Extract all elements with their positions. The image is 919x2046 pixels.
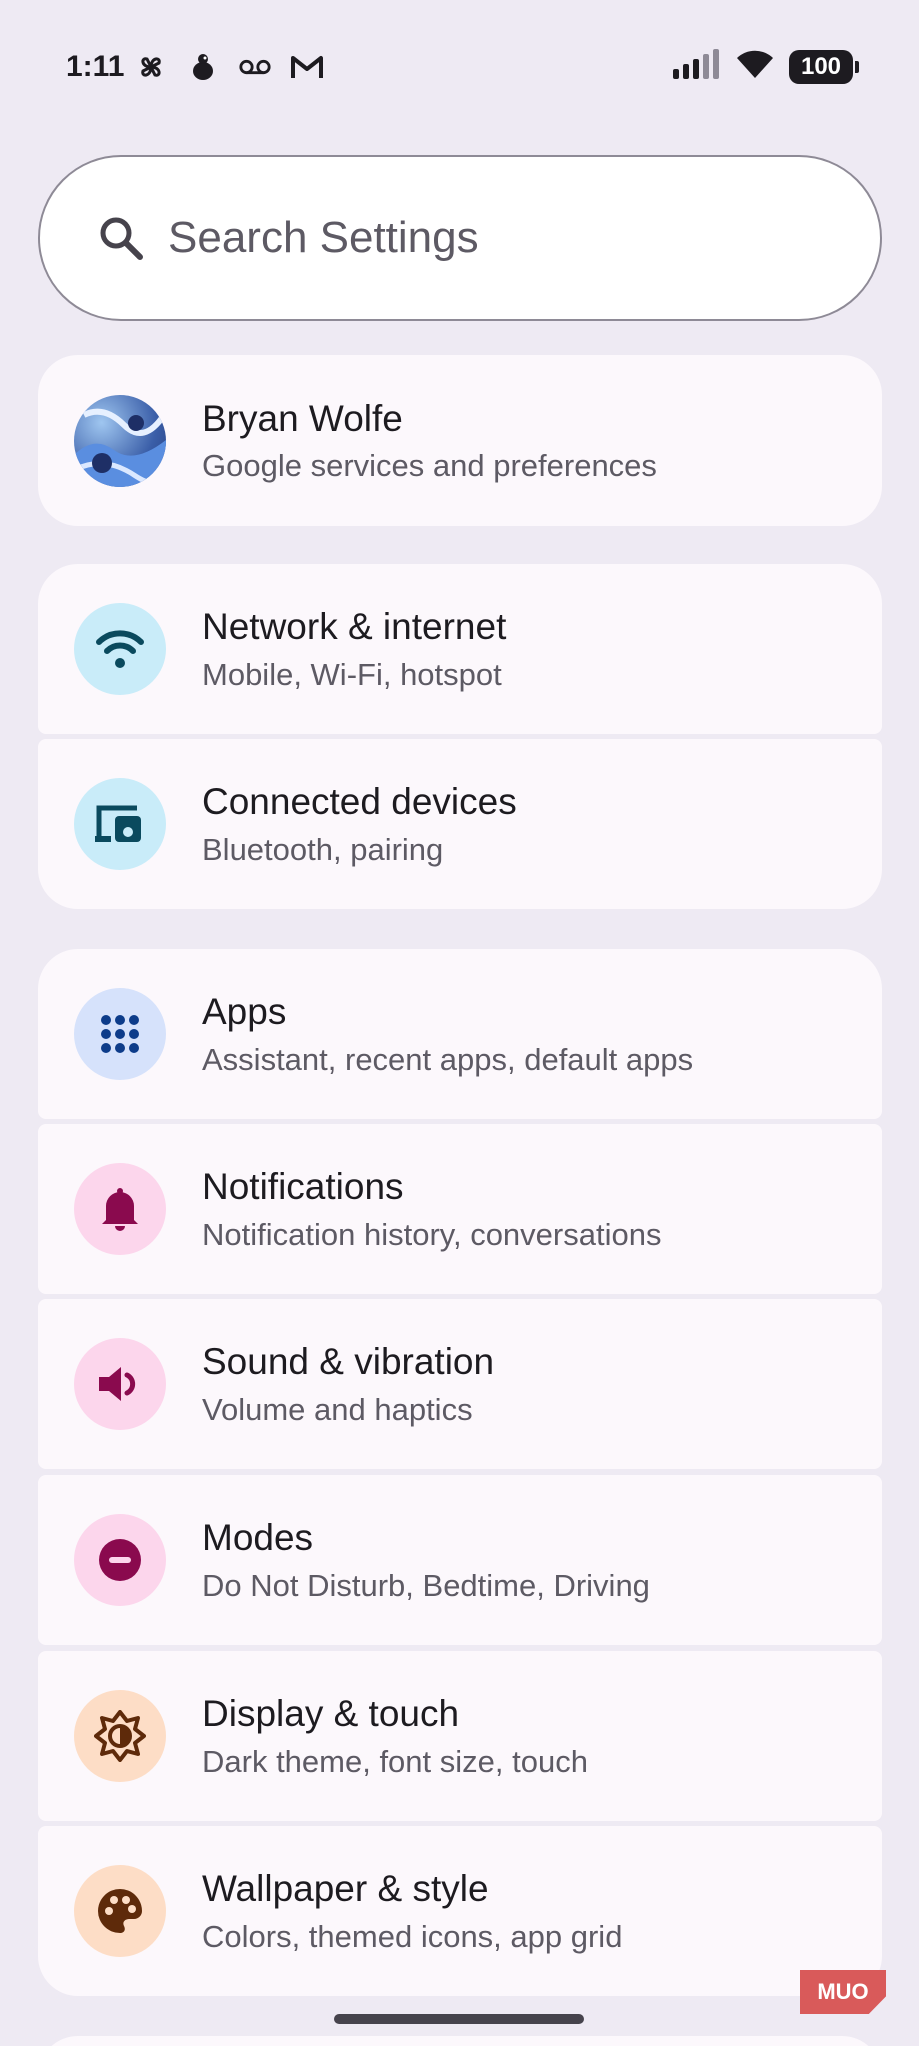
system-icons: 100 [671,48,859,85]
item-title: Apps [202,991,287,1033]
watermark-logo: MUO [800,1970,886,2014]
pinwheel-icon [134,50,168,84]
wifi-icon [74,603,166,695]
item-title: Wallpaper & style [202,1868,489,1910]
palette-icon [74,1865,166,1957]
account-name: Bryan Wolfe [202,397,403,439]
wifi-icon [735,48,775,85]
gmail-icon [290,50,324,84]
bird-icon [186,50,220,84]
next-card-peek [38,2036,882,2046]
bell-icon [74,1163,166,1255]
account-subtitle: Google services and preferences [202,448,657,484]
search-bar[interactable]: Search Settings [38,155,882,321]
signal-icon [671,49,721,84]
item-subtitle: Dark theme, font size, touch [202,1743,588,1779]
settings-item-connected-devices[interactable]: Connected devices Bluetooth, pairing [38,739,882,909]
item-subtitle: Colors, themed icons, app grid [202,1918,623,1954]
item-subtitle: Mobile, Wi-Fi, hotspot [202,656,502,692]
status-bar: 1:11 100 [0,0,919,136]
item-title: Display & touch [202,1693,460,1735]
settings-item-display[interactable]: Display & touch Dark theme, font size, t… [38,1651,882,1821]
settings-item-apps[interactable]: Apps Assistant, recent apps, default app… [38,949,882,1119]
item-title: Connected devices [202,781,517,823]
voicemail-icon [238,50,272,84]
status-time: 1:11 [66,50,125,83]
avatar [74,394,166,487]
apps-grid-icon [74,988,166,1080]
item-subtitle: Do Not Disturb, Bedtime, Driving [202,1567,650,1603]
item-subtitle: Assistant, recent apps, default apps [202,1041,694,1077]
item-title: Modes [202,1517,314,1559]
notification-icons [134,50,324,84]
settings-item-notifications[interactable]: Notifications Notification history, conv… [38,1124,882,1294]
item-title: Notifications [202,1166,404,1208]
do-not-disturb-icon [74,1514,166,1606]
item-subtitle: Notification history, conversations [202,1216,662,1252]
volume-icon [74,1338,166,1430]
settings-item-network[interactable]: Network & internet Mobile, Wi-Fi, hotspo… [38,564,882,734]
devices-icon [74,778,166,870]
brightness-icon [74,1690,166,1782]
settings-item-sound[interactable]: Sound & vibration Volume and haptics [38,1299,882,1469]
battery-icon: 100 [789,49,859,84]
item-title: Network & internet [202,606,507,648]
item-title: Sound & vibration [202,1341,495,1383]
settings-item-modes[interactable]: Modes Do Not Disturb, Bedtime, Driving [38,1475,882,1645]
item-subtitle: Bluetooth, pairing [202,831,444,867]
settings-item-wallpaper[interactable]: Wallpaper & style Colors, themed icons, … [38,1826,882,1996]
search-icon [100,217,143,260]
account-card[interactable]: Bryan Wolfe Google services and preferen… [38,355,882,526]
search-placeholder: Search Settings [168,213,479,262]
item-subtitle: Volume and haptics [202,1391,473,1427]
home-indicator[interactable] [334,2014,584,2024]
